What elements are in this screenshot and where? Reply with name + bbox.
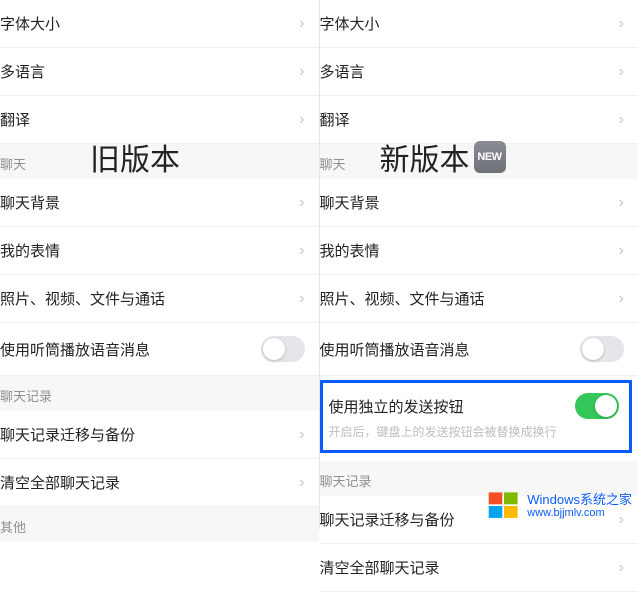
watermark-title: Windows系统之家 — [527, 493, 632, 507]
new-version-text: 新版本 — [380, 135, 470, 179]
watermark-url: www.bjjmlv.com — [527, 507, 632, 519]
chevron-right-icon: › — [299, 63, 304, 81]
windows-logo-icon — [487, 489, 521, 523]
chevron-right-icon: › — [619, 194, 624, 212]
language-row[interactable]: 多语言 › — [320, 48, 638, 96]
chevron-right-icon: › — [299, 426, 304, 444]
send-button-label: 使用独立的发送按钮 — [329, 396, 576, 417]
migrate-row[interactable]: 聊天记录迁移与备份 › — [0, 411, 319, 459]
chevron-right-icon: › — [619, 290, 624, 308]
chevron-right-icon: › — [299, 194, 304, 212]
chevron-right-icon: › — [299, 15, 304, 33]
my-stickers-row[interactable]: 我的表情 › — [320, 227, 638, 275]
other-section-header: 其他 — [0, 507, 319, 542]
migrate-label: 聊天记录迁移与备份 — [0, 424, 291, 445]
earpiece-row[interactable]: 使用听筒播放语音消息 — [320, 323, 638, 376]
media-row[interactable]: 照片、视频、文件与通话 › — [320, 275, 638, 323]
chevron-right-icon: › — [619, 242, 624, 260]
font-size-label: 字体大小 — [320, 13, 611, 34]
watermark: Windows系统之家 www.bjjmlv.com — [487, 489, 632, 523]
chat-bg-row[interactable]: 聊天背景 › — [0, 179, 319, 227]
my-stickers-label: 我的表情 — [320, 240, 611, 261]
old-version-text: 旧版本 — [90, 135, 180, 179]
chevron-right-icon: › — [299, 242, 304, 260]
media-label: 照片、视频、文件与通话 — [0, 288, 291, 309]
my-stickers-row[interactable]: 我的表情 › — [0, 227, 319, 275]
translate-label: 翻译 — [320, 109, 611, 130]
send-button-toggle[interactable] — [575, 393, 619, 419]
chevron-right-icon: › — [619, 559, 624, 577]
chevron-right-icon: › — [299, 111, 304, 129]
send-button-highlight: 使用独立的发送按钮 开启后，键盘上的发送按钮会被替换成换行 — [320, 380, 633, 453]
font-size-label: 字体大小 — [0, 13, 291, 34]
earpiece-toggle[interactable] — [261, 336, 305, 362]
chevron-right-icon: › — [299, 290, 304, 308]
media-label: 照片、视频、文件与通话 — [320, 288, 611, 309]
language-row[interactable]: 多语言 › — [0, 48, 319, 96]
chevron-right-icon: › — [619, 15, 624, 33]
new-version-label: 新版本 NEW — [380, 135, 506, 179]
language-label: 多语言 — [0, 61, 291, 82]
my-stickers-label: 我的表情 — [0, 240, 291, 261]
chevron-right-icon: › — [619, 111, 624, 129]
earpiece-toggle[interactable] — [580, 336, 624, 362]
chat-bg-label: 聊天背景 — [0, 192, 291, 213]
clear-all-row[interactable]: 清空全部聊天记录 › — [320, 544, 638, 592]
language-label: 多语言 — [320, 61, 611, 82]
clear-all-row[interactable]: 清空全部聊天记录 › — [0, 459, 319, 507]
old-version-panel: 旧版本 字体大小 › 多语言 › 翻译 › 聊天 聊天背景 › 我的表情 › 照… — [0, 0, 320, 529]
new-badge-icon: NEW — [474, 141, 506, 173]
send-button-desc: 开启后，键盘上的发送按钮会被替换成换行 — [323, 423, 630, 450]
send-button-row[interactable]: 使用独立的发送按钮 — [323, 383, 630, 423]
chat-bg-row[interactable]: 聊天背景 › — [320, 179, 638, 227]
earpiece-label: 使用听筒播放语音消息 — [320, 339, 581, 360]
font-size-row[interactable]: 字体大小 › — [320, 0, 638, 48]
chat-bg-label: 聊天背景 — [320, 192, 611, 213]
history-section-header: 聊天记录 — [0, 376, 319, 411]
translate-label: 翻译 — [0, 109, 291, 130]
earpiece-row[interactable]: 使用听筒播放语音消息 — [0, 323, 319, 376]
clear-all-label: 清空全部聊天记录 — [320, 557, 611, 578]
chevron-right-icon: › — [619, 63, 624, 81]
clear-all-label: 清空全部聊天记录 — [0, 472, 291, 493]
earpiece-label: 使用听筒播放语音消息 — [0, 339, 261, 360]
media-row[interactable]: 照片、视频、文件与通话 › — [0, 275, 319, 323]
old-version-label: 旧版本 — [90, 135, 180, 179]
chevron-right-icon: › — [299, 474, 304, 492]
new-version-panel: 新版本 NEW 字体大小 › 多语言 › 翻译 › 聊天 聊天背景 › 我的表情… — [320, 0, 638, 529]
font-size-row[interactable]: 字体大小 › — [0, 0, 319, 48]
